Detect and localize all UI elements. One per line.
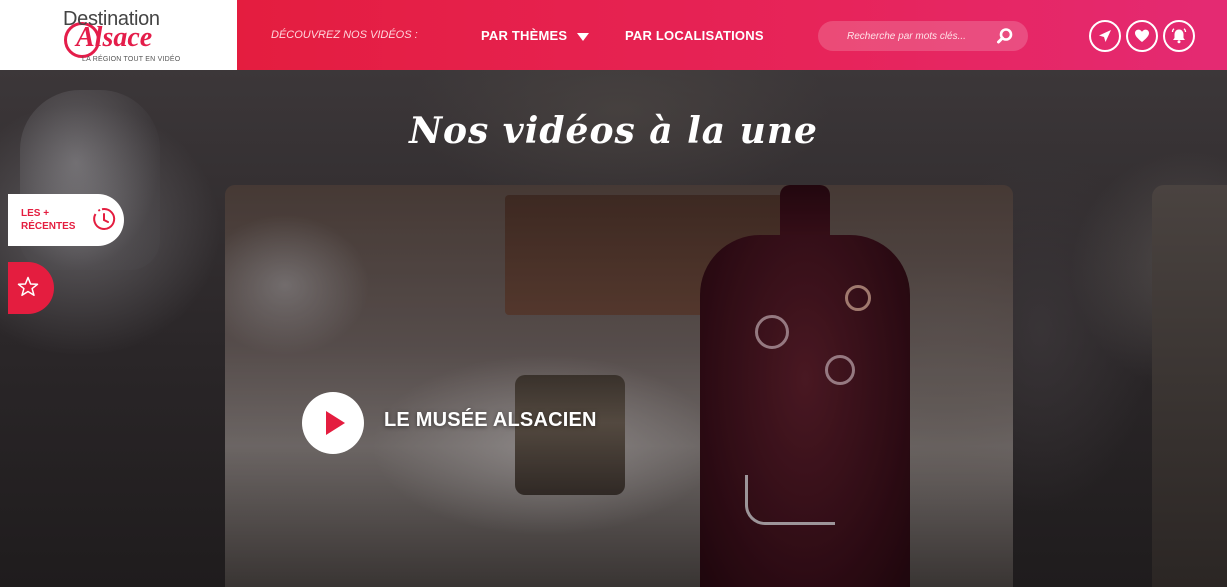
logo-line2: Alsace <box>76 22 153 53</box>
notifications-button[interactable] <box>1163 20 1195 52</box>
section-title: Nos vidéos à la une <box>409 110 818 152</box>
play-icon <box>326 411 345 435</box>
site-header: Destination Alsace LA RÉGION TOUT EN VID… <box>0 0 1227 70</box>
main-nav: DÉCOUVREZ NOS VIDÉOS : PAR THÈMES PAR LO… <box>237 0 1227 70</box>
logo-tagline: LA RÉGION TOUT EN VIDÉO <box>82 56 181 63</box>
tab-most-recent[interactable]: LES + RÉCENTES <box>8 194 124 246</box>
search-bar <box>818 21 1028 51</box>
search-icon[interactable] <box>996 27 1014 45</box>
search-input[interactable] <box>818 21 988 51</box>
star-icon <box>17 276 39 297</box>
heart-icon <box>1135 29 1149 42</box>
featured-video-card[interactable]: LE MUSÉE ALSACIEN <box>225 185 1013 587</box>
tab-most-recent-label: LES + RÉCENTES <box>21 208 76 232</box>
featured-video-title[interactable]: LE MUSÉE ALSACIEN <box>384 409 597 432</box>
send-icon <box>1099 30 1111 42</box>
send-button[interactable] <box>1089 20 1121 52</box>
video-overlay <box>225 185 1013 587</box>
nav-locations-link[interactable]: PAR LOCALISATIONS <box>625 28 764 43</box>
play-button[interactable] <box>302 392 364 454</box>
caret-down-icon <box>577 32 590 41</box>
bell-icon <box>1171 28 1187 44</box>
site-logo[interactable]: Destination Alsace LA RÉGION TOUT EN VID… <box>0 0 237 70</box>
nav-locations-label: PAR LOCALISATIONS <box>625 28 764 43</box>
nav-intro-text: DÉCOUVREZ NOS VIDÉOS : <box>271 29 418 41</box>
clock-icon <box>93 207 116 230</box>
next-video-card-preview[interactable] <box>1152 185 1227 587</box>
favorites-button[interactable] <box>1126 20 1158 52</box>
nav-themes-label: PAR THÈMES <box>481 28 568 43</box>
nav-themes-dropdown[interactable]: PAR THÈMES <box>481 28 590 43</box>
